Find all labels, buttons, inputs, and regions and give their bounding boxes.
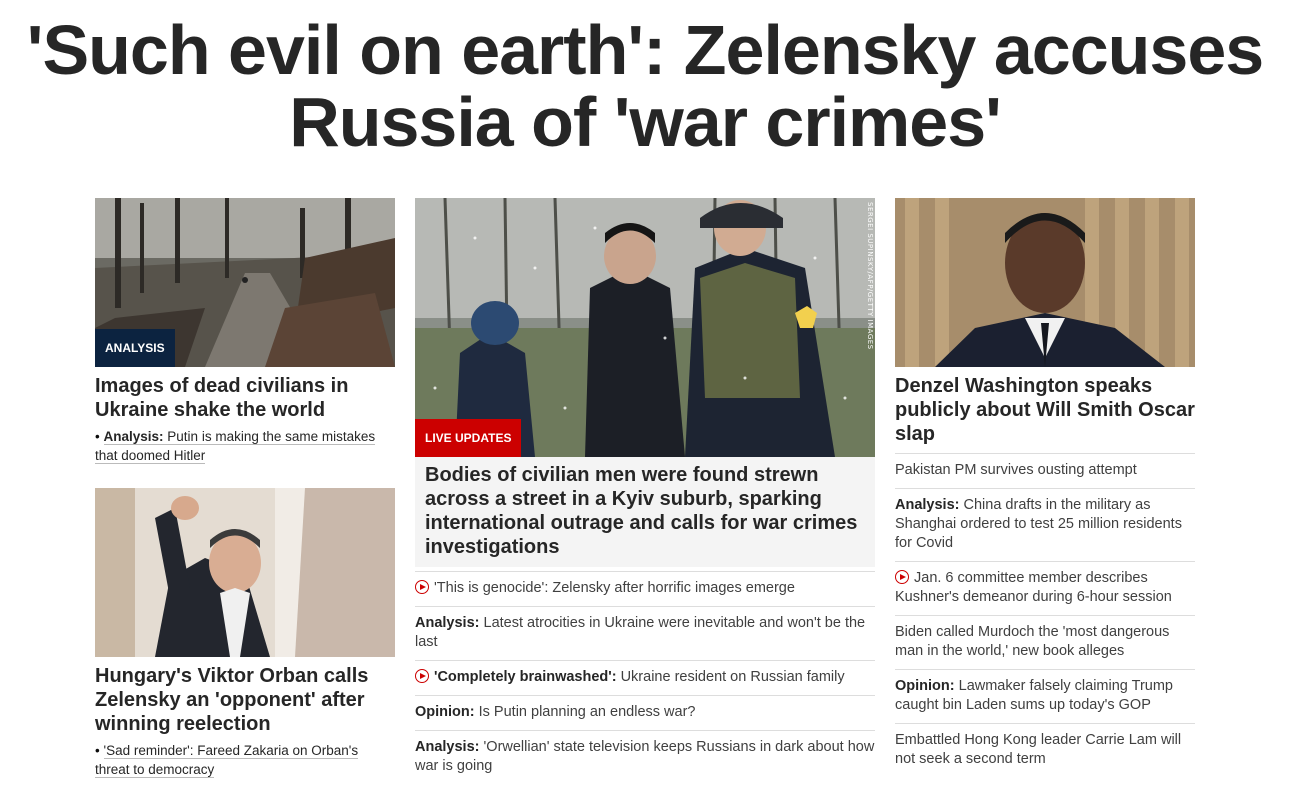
- story-prefix: 'Completely brainwashed':: [434, 669, 617, 685]
- analysis-badge: ANALYSIS: [95, 329, 175, 367]
- list-item[interactable]: Opinion: Is Putin planning an endless wa…: [415, 695, 875, 730]
- story-text: 'This is genocide': Zelensky after horri…: [434, 580, 795, 596]
- list-item[interactable]: 'This is genocide': Zelensky after horri…: [415, 571, 875, 606]
- story-text: Latest atrocities in Ukraine were inevit…: [415, 615, 866, 650]
- story-text: Ukraine resident on Russian family: [620, 669, 845, 685]
- story-prefix: Analysis:: [415, 739, 480, 755]
- card-title-denzel[interactable]: Denzel Washington speaks publicly about …: [895, 374, 1195, 446]
- card-image-denzel[interactable]: [895, 198, 1195, 367]
- story-link[interactable]: Opinion: Is Putin planning an endless wa…: [415, 704, 695, 720]
- story-link[interactable]: Analysis: Latest atrocities in Ukraine w…: [415, 615, 865, 650]
- card-image-soldiers[interactable]: SERGEI SUPINSKY/AFP/GETTY IMAGES LIVE UP…: [415, 198, 875, 457]
- card-image-orban[interactable]: [95, 488, 395, 657]
- story-link[interactable]: Analysis: 'Orwellian' state television k…: [415, 739, 874, 774]
- story-prefix: Analysis:: [895, 497, 960, 513]
- list-item[interactable]: Analysis: Latest atrocities in Ukraine w…: [415, 606, 875, 660]
- story-link[interactable]: Jan. 6 committee member describes Kushne…: [895, 570, 1172, 605]
- list-item[interactable]: 'Completely brainwashed': Ukraine reside…: [415, 660, 875, 695]
- story-text: Jan. 6 committee member describes Kushne…: [895, 570, 1172, 605]
- card-sublink-row: • 'Sad reminder': Fareed Zakaria on Orba…: [95, 741, 395, 779]
- sublink-prefix: Analysis:: [103, 429, 164, 444]
- orban-waving-photo-icon: [95, 488, 395, 657]
- main-headline[interactable]: 'Such evil on earth': Zelensky accuses R…: [0, 14, 1290, 158]
- story-link[interactable]: Opinion: Lawmaker falsely claiming Trump…: [895, 678, 1173, 713]
- left-column: ANALYSIS Images of dead civilians in Ukr…: [95, 198, 395, 779]
- story-prefix: Opinion:: [415, 704, 475, 720]
- denzel-washington-photo-icon: [895, 198, 1195, 367]
- video-play-icon: [415, 669, 429, 683]
- bullet: •: [95, 743, 100, 758]
- story-text: Is Putin planning an endless war?: [478, 704, 696, 720]
- card-image-ruined-street[interactable]: ANALYSIS: [95, 198, 395, 367]
- story-prefix: Opinion:: [895, 678, 955, 694]
- story-text: 'Orwellian' state television keeps Russi…: [415, 739, 875, 774]
- story-link[interactable]: 'This is genocide': Zelensky after horri…: [415, 580, 795, 596]
- list-item[interactable]: Opinion: Lawmaker falsely claiming Trump…: [895, 669, 1195, 723]
- card-title-kyiv-bodies[interactable]: Bodies of civilian men were found strewn…: [415, 457, 875, 567]
- bullet: •: [95, 429, 100, 444]
- card-title-orban[interactable]: Hungary's Viktor Orban calls Zelensky an…: [95, 664, 395, 736]
- story-link[interactable]: Analysis: China drafts in the military a…: [895, 497, 1182, 551]
- middle-story-list: 'This is genocide': Zelensky after horri…: [415, 571, 875, 784]
- story-prefix: Analysis:: [415, 615, 480, 631]
- list-item[interactable]: Jan. 6 committee member describes Kushne…: [895, 561, 1195, 615]
- list-item[interactable]: Embattled Hong Kong leader Carrie Lam wi…: [895, 723, 1195, 777]
- right-story-list: Pakistan PM survives ousting attempt Ana…: [895, 453, 1195, 777]
- story-text: Embattled Hong Kong leader Carrie Lam wi…: [895, 732, 1182, 767]
- story-link[interactable]: Embattled Hong Kong leader Carrie Lam wi…: [895, 732, 1181, 767]
- video-play-icon: [895, 570, 909, 584]
- video-play-icon: [415, 580, 429, 594]
- right-column: Denzel Washington speaks publicly about …: [895, 198, 1195, 777]
- photo-credit: SERGEI SUPINSKY/AFP/GETTY IMAGES: [866, 202, 874, 350]
- story-link[interactable]: 'Completely brainwashed': Ukraine reside…: [415, 669, 845, 685]
- list-item[interactable]: Biden called Murdoch the 'most dangerous…: [895, 615, 1195, 669]
- middle-column: SERGEI SUPINSKY/AFP/GETTY IMAGES LIVE UP…: [415, 198, 875, 784]
- list-item[interactable]: Analysis: China drafts in the military a…: [895, 488, 1195, 561]
- sublink-fareed-zakaria[interactable]: 'Sad reminder': Fareed Zakaria on Orban'…: [95, 743, 359, 778]
- sublink-putin-mistakes[interactable]: Analysis: Putin is making the same mista…: [95, 429, 376, 464]
- card-sublink-row: • Analysis: Putin is making the same mis…: [95, 427, 395, 465]
- story-text: Biden called Murdoch the 'most dangerous…: [895, 624, 1170, 659]
- story-text: Pakistan PM survives ousting attempt: [895, 462, 1137, 478]
- card-title-dead-civilians[interactable]: Images of dead civilians in Ukraine shak…: [95, 374, 395, 422]
- story-link[interactable]: Biden called Murdoch the 'most dangerous…: [895, 624, 1169, 659]
- list-item[interactable]: Analysis: 'Orwellian' state television k…: [415, 730, 875, 784]
- live-updates-badge: LIVE UPDATES: [415, 419, 522, 457]
- list-item[interactable]: Pakistan PM survives ousting attempt: [895, 453, 1195, 488]
- story-link[interactable]: Pakistan PM survives ousting attempt: [895, 462, 1137, 478]
